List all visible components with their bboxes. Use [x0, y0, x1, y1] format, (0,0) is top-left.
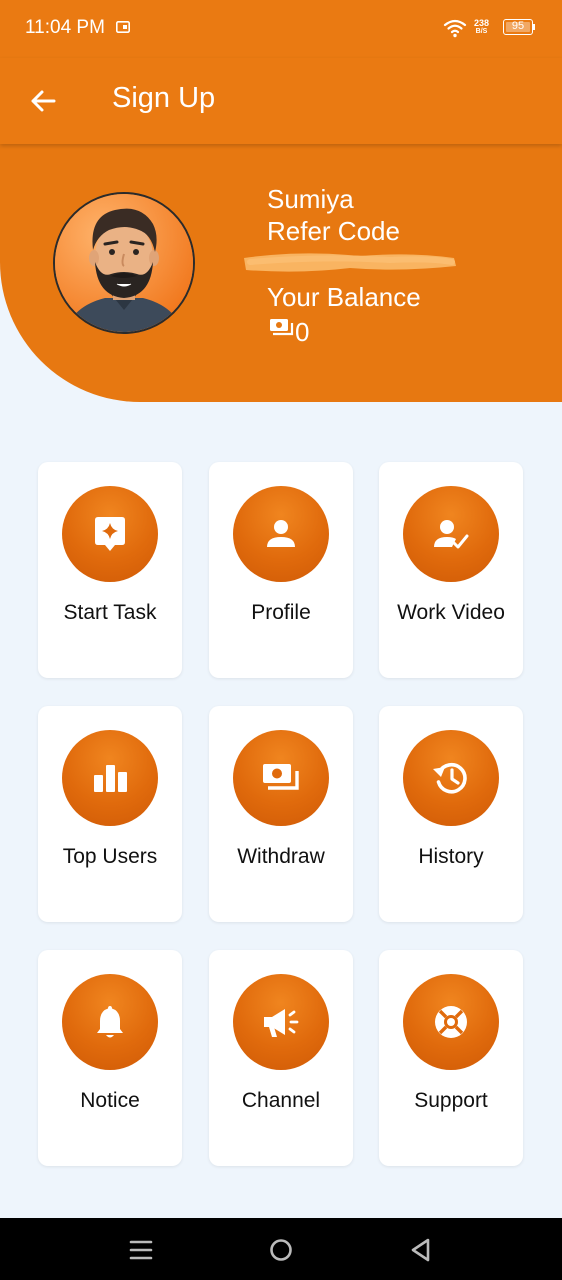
history-card[interactable]: History [379, 706, 523, 922]
history-icon [433, 762, 467, 794]
system-nav-bar [0, 1218, 562, 1280]
channel-icon-circle [233, 974, 329, 1070]
balance-label: Your Balance [267, 282, 421, 312]
arrow-left-icon[interactable] [24, 84, 64, 118]
lifebuoy-icon [435, 1006, 467, 1038]
profile-card[interactable]: Profile [209, 462, 353, 678]
withdraw-card[interactable]: Withdraw [209, 706, 353, 922]
network-speed-unit: B/S [475, 28, 488, 35]
profile-icon-circle [233, 486, 329, 582]
support-icon-circle [403, 974, 499, 1070]
top-users-label: Top Users [62, 845, 158, 868]
status-time: 11:04 PM [25, 17, 105, 38]
top-users-icon-circle [62, 730, 158, 826]
support-label: Support [414, 1089, 488, 1112]
battery-tip [533, 24, 535, 30]
user-name: Sumiya [267, 184, 354, 214]
refer-code-label: Refer Code [267, 216, 400, 246]
balance-value: 0 [295, 317, 310, 347]
sparkle-chat-icon [95, 517, 125, 551]
refer-code-redaction [244, 253, 456, 272]
notice-card[interactable]: Notice [38, 950, 182, 1166]
history-label: History [418, 845, 484, 868]
back-triangle-icon[interactable] [408, 1237, 434, 1263]
megaphone-icon [264, 1009, 299, 1037]
money-icon [263, 764, 299, 790]
channel-label: Channel [241, 1089, 321, 1112]
work-video-icon-circle [403, 486, 499, 582]
network-speed: 238 B/S [474, 18, 489, 36]
withdraw-label: Withdraw [237, 845, 325, 868]
home-circle-icon[interactable] [268, 1237, 294, 1263]
work-video-label: Work Video [397, 601, 505, 624]
page-title: Sign Up [112, 82, 216, 114]
channel-card[interactable]: Channel [209, 950, 353, 1166]
start-task-icon-circle [62, 486, 158, 582]
top-users-card[interactable]: Top Users [38, 706, 182, 922]
notice-icon-circle [62, 974, 158, 1070]
withdraw-icon-circle [233, 730, 329, 826]
battery-icon: 95 [503, 19, 533, 35]
wifi-icon [443, 19, 467, 38]
person-check-icon [434, 520, 469, 549]
support-card[interactable]: Support [379, 950, 523, 1166]
notice-label: Notice [80, 1089, 140, 1112]
profile-label: Profile [251, 601, 311, 624]
work-video-card[interactable]: Work Video [379, 462, 523, 678]
profile-header: Sumiya Refer Code Your Balance 0 [0, 144, 562, 402]
status-bar: 11:04 PM 238 B/S 95 [0, 0, 562, 58]
avatar-illustration [55, 194, 193, 332]
money-icon [270, 319, 294, 336]
start-task-label: Start Task [63, 601, 157, 624]
person-icon [267, 520, 295, 547]
bell-icon [97, 1006, 123, 1038]
history-icon-circle [403, 730, 499, 826]
start-task-card[interactable]: Start Task [38, 462, 182, 678]
battery-level: 95 [511, 20, 525, 32]
wallet-status-icon [116, 21, 130, 33]
bar-chart-icon [94, 765, 127, 792]
menu-icon[interactable] [128, 1237, 154, 1263]
app-bar: Sign Up [0, 58, 562, 144]
network-speed-value: 238 [474, 18, 490, 28]
avatar [53, 192, 195, 334]
